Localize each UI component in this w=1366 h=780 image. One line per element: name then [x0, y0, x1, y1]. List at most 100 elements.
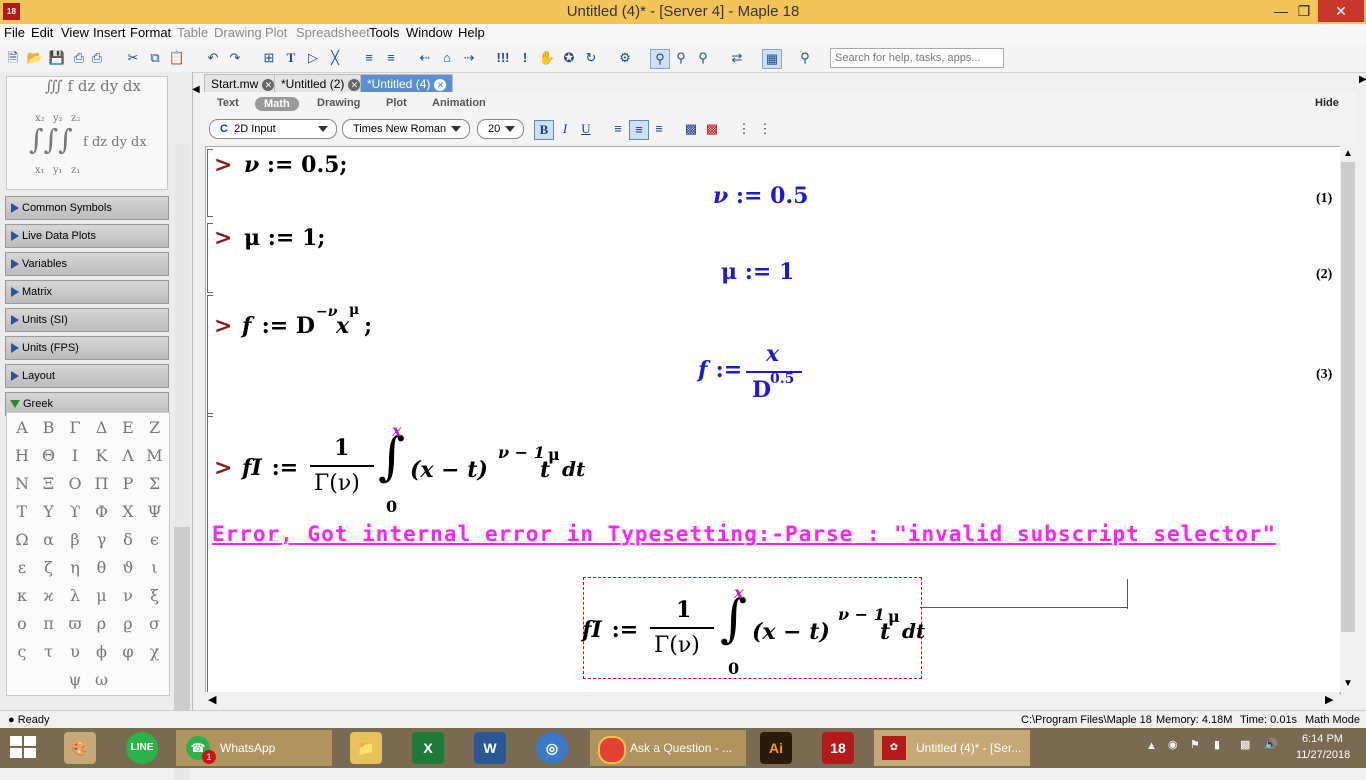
tab-untitled-2[interactable]: *Untitled (2) ✕	[274, 74, 368, 93]
undo-icon[interactable]: ↶	[204, 49, 222, 67]
font-size-dropdown[interactable]: 20	[477, 119, 524, 139]
greek-symbol[interactable]: Λ	[115, 443, 141, 469]
greek-symbol[interactable]: Α	[9, 415, 35, 441]
tab-start[interactable]: Start.mw ✕	[204, 74, 282, 93]
clock-time[interactable]: 6:14 PM	[1302, 733, 1343, 745]
numbered-list-icon[interactable]: ⋮	[756, 120, 774, 138]
greek-symbol[interactable]: Ρ	[115, 471, 141, 497]
excel-icon[interactable]: X	[412, 732, 444, 764]
text-color-icon[interactable]: ▩	[682, 120, 700, 138]
greek-symbol[interactable]: κ	[9, 583, 35, 609]
greek-symbol[interactable]: ϱ	[115, 611, 141, 637]
print-preview-icon[interactable]: ⎙	[88, 49, 106, 67]
font-dropdown[interactable]: Times New Roman	[342, 119, 470, 139]
word-icon[interactable]: W	[474, 732, 506, 764]
execute-all-icon[interactable]: !!!	[494, 49, 512, 67]
greek-symbol[interactable]: Χ	[115, 499, 141, 525]
close-tab-icon[interactable]: ✕	[348, 79, 361, 91]
execution-group-bracket[interactable]	[207, 295, 213, 417]
menu-format[interactable]: Format	[126, 25, 175, 40]
palette-units-si[interactable]: Units (SI)	[5, 308, 169, 332]
greek-symbol[interactable]: Ω	[9, 527, 35, 553]
greek-symbol[interactable]: π	[36, 611, 62, 637]
palette-units-fps[interactable]: Units (FPS)	[5, 336, 169, 360]
menu-table[interactable]: Table	[173, 25, 212, 40]
greek-symbol[interactable]: Ν	[9, 471, 35, 497]
debug-icon[interactable]: ✪	[560, 49, 578, 67]
italic-button[interactable]: I	[556, 120, 574, 138]
stop-icon[interactable]: ✋	[538, 49, 556, 67]
zoom-100-icon[interactable]: ⚲	[650, 49, 670, 69]
greek-symbol[interactable]: Σ	[142, 471, 168, 497]
forward-arrow-icon[interactable]: ⇢	[460, 49, 478, 67]
greek-symbol[interactable]: ς	[9, 639, 35, 665]
palette-icon[interactable]: ▦	[762, 49, 782, 69]
taskbar-chrome[interactable]: Ask a Question - ...	[590, 730, 746, 766]
battery-icon[interactable]: ▮	[1214, 738, 1220, 751]
greek-symbol[interactable]: η	[62, 555, 88, 581]
greek-symbol[interactable]: Ξ	[36, 471, 62, 497]
volume-icon[interactable]: 🔊	[1264, 738, 1278, 751]
bold-button[interactable]: B	[534, 120, 554, 140]
menu-insert[interactable]: Insert	[89, 25, 130, 40]
plot-icon[interactable]: ╳	[326, 49, 344, 67]
close-tab-icon[interactable]: ✕	[262, 79, 275, 91]
open-folder-icon[interactable]: 📂	[26, 49, 44, 67]
action-center-icon[interactable]: ⚑	[1190, 738, 1200, 751]
help-search-icon[interactable]: ⚲	[796, 49, 814, 67]
palette-layout[interactable]: Layout	[5, 364, 169, 388]
highlight-color-icon[interactable]: ▩	[703, 120, 721, 138]
cut-icon[interactable]: ✂	[124, 49, 142, 67]
menu-help[interactable]: Help	[454, 25, 489, 40]
execution-group-bracket[interactable]	[207, 413, 213, 693]
search-input[interactable]: Search for help, tasks, apps...	[830, 48, 1004, 68]
greek-symbol[interactable]: Ζ	[142, 415, 168, 441]
windows-start-icon[interactable]	[10, 736, 38, 760]
scroll-up-icon[interactable]: ▲	[1343, 148, 1353, 159]
menu-edit[interactable]: Edit	[27, 25, 57, 40]
mode-text[interactable]: Text	[217, 97, 239, 109]
back-arrow-icon[interactable]: ⇠	[416, 49, 434, 67]
text-mode-icon[interactable]: T	[282, 49, 300, 67]
worksheet-scroll-thumb[interactable]	[1341, 162, 1355, 632]
greek-symbol[interactable]: Θ	[36, 443, 62, 469]
align-left-icon[interactable]: ≡	[609, 120, 627, 138]
greek-symbol[interactable]: σ	[142, 611, 168, 637]
show-hidden-icons-icon[interactable]: ▲	[1146, 740, 1157, 752]
greek-symbol[interactable]: Κ	[89, 443, 115, 469]
input-2[interactable]: μ := 1;	[244, 225, 325, 251]
greek-symbol[interactable]: ϕ	[89, 639, 115, 665]
settings-gear-icon[interactable]: ⚙	[616, 49, 634, 67]
greek-symbol[interactable]: Γ	[62, 415, 88, 441]
new-document-icon[interactable]: 🗎	[4, 49, 22, 67]
greek-symbol[interactable]: τ	[36, 639, 62, 665]
greek-symbol[interactable]: Υ	[36, 499, 62, 525]
mode-drawing[interactable]: Drawing	[317, 97, 360, 109]
line-app-icon[interactable]: LINE	[126, 732, 158, 764]
close-tab-icon[interactable]: ✕	[434, 79, 447, 91]
triple-integral-entry[interactable]: ∭ f dz dy dx	[45, 77, 141, 95]
maximize-icon[interactable]: ❐	[1290, 0, 1318, 22]
greek-symbol[interactable]: ϵ	[142, 527, 168, 553]
taskbar-whatsapp[interactable]: ☎ 1 WhatsApp	[176, 730, 332, 766]
menu-tools[interactable]: Tools	[365, 25, 403, 40]
greek-symbol[interactable]: ξ	[142, 583, 168, 609]
toggle-icon[interactable]: ⇄	[728, 49, 746, 67]
clock-date[interactable]: 11/27/2018	[1296, 749, 1350, 761]
bullet-list-icon[interactable]: ⋮	[735, 120, 753, 138]
greek-symbol[interactable]: φ	[115, 639, 141, 665]
redo-icon[interactable]: ↷	[226, 49, 244, 67]
execution-group-bracket[interactable]	[207, 149, 213, 217]
browser-icon[interactable]: ◎	[536, 732, 568, 764]
greek-symbol[interactable]: ζ	[36, 555, 62, 581]
greek-symbol[interactable]: θ	[89, 555, 115, 581]
menu-drawing[interactable]: Drawing	[210, 25, 266, 40]
menu-file[interactable]: File	[0, 25, 29, 40]
maple-icon[interactable]: 18	[822, 732, 854, 764]
save-icon[interactable]: 💾	[48, 49, 66, 67]
greek-symbol[interactable]: α	[36, 527, 62, 553]
greek-symbol[interactable]: Η	[9, 443, 35, 469]
greek-symbol[interactable]: ο	[9, 611, 35, 637]
zoom-in-icon[interactable]: ⚲	[672, 49, 690, 67]
taskbar-maple[interactable]: ✿ Untitled (4)* - [Ser...	[874, 730, 1030, 766]
